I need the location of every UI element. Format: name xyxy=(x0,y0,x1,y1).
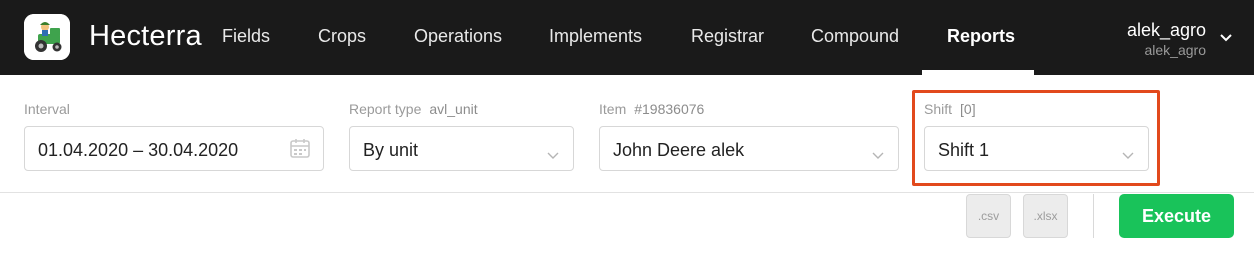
user-name[interactable]: alek_agro xyxy=(1127,20,1206,41)
nav-item-compound[interactable]: Compound xyxy=(811,26,899,47)
divider xyxy=(0,192,1254,193)
interval-date-range-picker[interactable]: 01.04.2020 – 30.04.2020 xyxy=(24,126,324,171)
report-type-label: Report type avl_unit xyxy=(349,101,478,117)
nav-item-operations[interactable]: Operations xyxy=(414,26,502,47)
export-xlsx-button[interactable]: .xlsx xyxy=(1023,194,1068,238)
item-label: Item #19836076 xyxy=(599,101,705,117)
item-value: John Deere alek xyxy=(613,140,745,160)
shift-count: [0] xyxy=(960,101,976,117)
chevron-down-icon xyxy=(547,144,559,159)
nav-item-fields[interactable]: Fields xyxy=(222,26,270,47)
tractor-logo-icon[interactable] xyxy=(24,14,70,60)
calendar-icon xyxy=(289,137,311,159)
chevron-down-icon xyxy=(872,144,884,159)
nav-item-registrar[interactable]: Registrar xyxy=(691,26,764,47)
nav-item-reports[interactable]: Reports xyxy=(947,26,1015,47)
shift-value: Shift 1 xyxy=(938,140,990,160)
user-account: alek_agro xyxy=(1144,42,1207,58)
active-tab-indicator xyxy=(922,70,1034,75)
report-type-select[interactable]: By unit xyxy=(349,126,574,171)
chevron-down-icon[interactable] xyxy=(1218,30,1234,46)
report-type-value: By unit xyxy=(363,140,419,160)
chevron-down-icon xyxy=(1122,144,1134,159)
interval-label: Interval xyxy=(24,101,70,117)
execute-button[interactable]: Execute xyxy=(1119,194,1234,238)
divider xyxy=(1093,194,1094,238)
interval-value: 01.04.2020 – 30.04.2020 xyxy=(38,140,239,160)
brand-name[interactable]: Hecterra xyxy=(89,20,202,53)
top-navigation-bar: Hecterra Fields Crops Operations Impleme… xyxy=(0,0,1254,75)
nav-item-crops[interactable]: Crops xyxy=(318,26,366,47)
report-type-code: avl_unit xyxy=(429,101,478,117)
shift-label: Shift [0] xyxy=(924,101,976,117)
item-id: #19836076 xyxy=(634,101,705,117)
nav-item-implements[interactable]: Implements xyxy=(549,26,642,47)
item-select[interactable]: John Deere alek xyxy=(599,126,899,171)
export-csv-button[interactable]: .csv xyxy=(966,194,1011,238)
shift-select[interactable]: Shift 1 xyxy=(924,126,1149,171)
